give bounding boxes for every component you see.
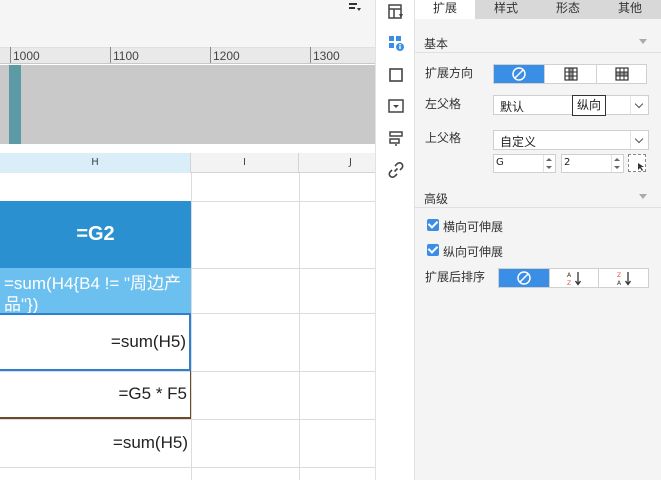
- widget-icon[interactable]: [387, 97, 405, 115]
- column-header-h[interactable]: H: [0, 153, 191, 173]
- horizontal-expand-checkbox[interactable]: [427, 219, 439, 231]
- horizontal-expand-icon: [614, 67, 629, 81]
- sort-descending-icon: ZA: [617, 272, 631, 286]
- cell-attribute-icon[interactable]: [387, 34, 405, 52]
- condition-icon[interactable]: [387, 129, 405, 147]
- horizontal-expand-label: 横向可伸展: [443, 220, 504, 234]
- vertical-expand-icon: [563, 67, 578, 81]
- section-advanced-header[interactable]: 高级: [415, 186, 661, 208]
- sort-segment: AZ ZA: [498, 268, 649, 288]
- ruler-label: 1300: [313, 49, 340, 63]
- left-parent-select[interactable]: 默认: [493, 95, 649, 115]
- chevron-down-icon: [630, 131, 648, 149]
- column-header-i[interactable]: I: [191, 153, 299, 173]
- no-sort-button[interactable]: [499, 269, 549, 287]
- ruler-label: 1100: [113, 49, 139, 63]
- cell-formula: =G5 * F5: [118, 384, 187, 403]
- cell-formula: =sum(H5): [112, 433, 188, 452]
- cell-h6[interactable]: =G5 * F5: [0, 371, 191, 419]
- cell-h4[interactable]: =sum(H4{B4 != "周边产品"}): [0, 268, 191, 313]
- page-boundary-marker: [9, 65, 21, 144]
- sort-ascending-button[interactable]: AZ: [549, 269, 598, 287]
- sort-after-expand-label: 扩展后排序: [425, 270, 486, 284]
- vertical-expand-label: 纵向可伸展: [443, 245, 504, 259]
- vertical-expand-checkbox[interactable]: [427, 244, 439, 256]
- hyperlink-icon[interactable]: [387, 161, 405, 179]
- tab-style[interactable]: 样式: [475, 0, 537, 19]
- top-parent-row-input[interactable]: 2: [561, 154, 624, 173]
- spin-value: G: [496, 157, 504, 168]
- report-canvas: 1000 1100 1200 1300 H I J =G2 =sum(H4{B4…: [0, 0, 375, 480]
- column-header-bar: H I J: [0, 153, 375, 173]
- left-parent-label: 左父格: [425, 97, 462, 111]
- cell-formula: =sum(H5): [110, 332, 186, 351]
- section-title: 高级: [424, 192, 449, 206]
- property-icon-strip: [375, 0, 415, 480]
- spreadsheet-grid: =G2 =sum(H4{B4 != "周边产品"}) =sum(H5) =G5 …: [0, 173, 375, 480]
- layout-icon[interactable]: [387, 3, 405, 21]
- cell-picker-button[interactable]: [628, 154, 646, 172]
- cell-formula: =G2: [76, 223, 115, 245]
- no-sort-icon: [517, 271, 531, 285]
- cell-property-panel: 扩展 样式 形态 其他 基本 扩展方向 左父格 默认 纵向 上父格 自定义 G …: [415, 0, 661, 480]
- tab-form[interactable]: 形态: [537, 0, 599, 19]
- svg-text:A: A: [617, 280, 622, 286]
- tab-other[interactable]: 其他: [599, 0, 661, 19]
- vertical-expand-button[interactable]: [544, 65, 596, 83]
- svg-text:Z: Z: [617, 272, 621, 279]
- top-parent-select[interactable]: 自定义: [493, 130, 649, 150]
- panel-tabs: 扩展 样式 形态 其他: [415, 0, 661, 19]
- select-value: 默认: [500, 100, 525, 114]
- tooltip: 纵向: [572, 95, 607, 116]
- sort-ascending-icon: AZ: [567, 272, 582, 286]
- cell-h5-selected[interactable]: =sum(H5): [0, 313, 191, 371]
- collapse-icon: [639, 39, 647, 44]
- chevron-down-icon: [630, 96, 648, 114]
- section-basic-header[interactable]: 基本: [415, 31, 661, 53]
- top-parent-label: 上父格: [425, 131, 462, 145]
- sort-descending-button[interactable]: ZA: [598, 269, 648, 287]
- svg-text:Z: Z: [567, 280, 571, 286]
- no-expand-icon: [512, 67, 526, 81]
- horizontal-expand-button[interactable]: [596, 65, 646, 83]
- section-title: 基本: [424, 37, 449, 51]
- cell-h2[interactable]: =G2: [0, 201, 191, 268]
- canvas-toolbar: [0, 0, 375, 48]
- no-expand-button[interactable]: [494, 65, 544, 83]
- collapse-icon: [639, 194, 647, 199]
- ruler-label: 1200: [213, 49, 240, 63]
- dropdown-menu-icon[interactable]: [348, 2, 362, 14]
- svg-text:A: A: [567, 272, 572, 279]
- cell-h7[interactable]: =sum(H5): [0, 419, 191, 467]
- expand-direction-label: 扩展方向: [425, 66, 474, 80]
- select-value: 自定义: [500, 135, 537, 149]
- page-margin-area: [0, 65, 375, 144]
- spinner-arrows-icon[interactable]: [611, 155, 623, 172]
- tab-expand[interactable]: 扩展: [415, 0, 475, 19]
- cell-formula: =sum(H4{B4 != "周边产品"}): [4, 274, 182, 313]
- spin-value: 2: [564, 157, 571, 168]
- expand-direction-segment: [493, 64, 647, 84]
- top-parent-column-input[interactable]: G: [493, 154, 556, 173]
- cursor-icon: [638, 163, 644, 171]
- border-icon[interactable]: [387, 66, 405, 84]
- ruler-label: 1000: [13, 49, 40, 63]
- horizontal-ruler: 1000 1100 1200 1300: [0, 47, 375, 64]
- column-header-j[interactable]: J: [299, 153, 375, 173]
- spinner-arrows-icon[interactable]: [543, 155, 555, 172]
